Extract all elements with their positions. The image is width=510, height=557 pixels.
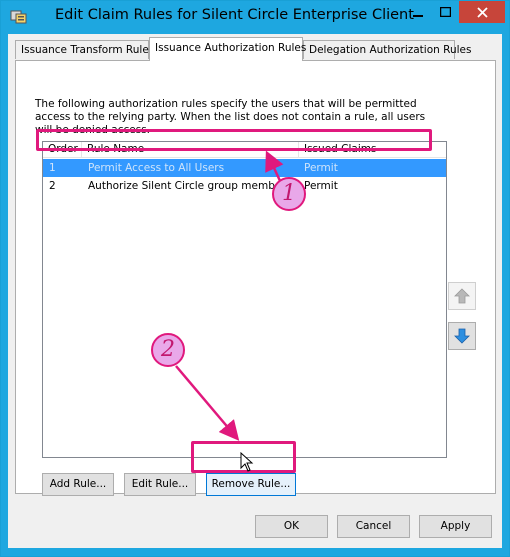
- row-order: 1: [49, 162, 56, 174]
- ok-button[interactable]: OK: [255, 515, 328, 538]
- row-order: 2: [49, 180, 56, 192]
- arrow-down-icon: [454, 328, 470, 344]
- tab-panel: The following authorization rules specif…: [15, 60, 496, 496]
- dialog-window: Edit Claim Rules for Silent Circle Enter…: [0, 0, 510, 557]
- tab-label: Issuance Transform Rules: [21, 44, 155, 56]
- tab-delegation-authorization-rules[interactable]: Delegation Authorization Rules: [303, 40, 471, 59]
- move-down-button[interactable]: [448, 322, 476, 350]
- arrow-up-icon: [454, 288, 470, 304]
- tab-label: Issuance Authorization Rules: [155, 42, 307, 54]
- highlight-box-selected-row: [36, 129, 432, 151]
- row-rule-name: Permit Access to All Users: [88, 162, 225, 174]
- table-row[interactable]: 2 Authorize Silent Circle group members …: [43, 177, 446, 195]
- edit-rule-button[interactable]: Edit Rule...: [124, 473, 196, 496]
- rules-list[interactable]: Order Rule Name Issued Claims 1 Permit A…: [42, 141, 447, 458]
- move-up-button[interactable]: [448, 282, 476, 310]
- app-icon: [10, 10, 27, 24]
- title-bar[interactable]: Edit Claim Rules for Silent Circle Enter…: [1, 1, 509, 34]
- remove-rule-button[interactable]: Remove Rule...: [206, 473, 296, 496]
- maximize-icon: [439, 7, 451, 17]
- row-issued-claims: Permit: [304, 162, 338, 174]
- tab-label: Delegation Authorization Rules: [309, 44, 472, 56]
- window-title: Edit Claim Rules for Silent Circle Enter…: [55, 7, 414, 23]
- apply-button[interactable]: Apply: [419, 515, 492, 538]
- tab-issuance-transform-rules[interactable]: Issuance Transform Rules: [15, 40, 154, 59]
- maximize-button[interactable]: [432, 1, 458, 23]
- close-button[interactable]: [459, 1, 505, 23]
- close-icon: [476, 6, 488, 18]
- cancel-button[interactable]: Cancel: [337, 515, 410, 538]
- minimize-icon: [413, 15, 423, 17]
- row-issued-claims: Permit: [304, 180, 338, 192]
- row-rule-name: Authorize Silent Circle group members: [88, 180, 292, 192]
- annotation-badge-1: 1: [272, 177, 306, 211]
- annotation-badge-2: 2: [151, 333, 185, 367]
- minimize-button[interactable]: [405, 1, 431, 23]
- add-rule-button[interactable]: Add Rule...: [42, 473, 114, 496]
- mouse-cursor-icon: [240, 452, 254, 472]
- table-row[interactable]: 1 Permit Access to All Users Permit: [43, 159, 446, 177]
- tab-issuance-authorization-rules[interactable]: Issuance Authorization Rules: [149, 37, 307, 61]
